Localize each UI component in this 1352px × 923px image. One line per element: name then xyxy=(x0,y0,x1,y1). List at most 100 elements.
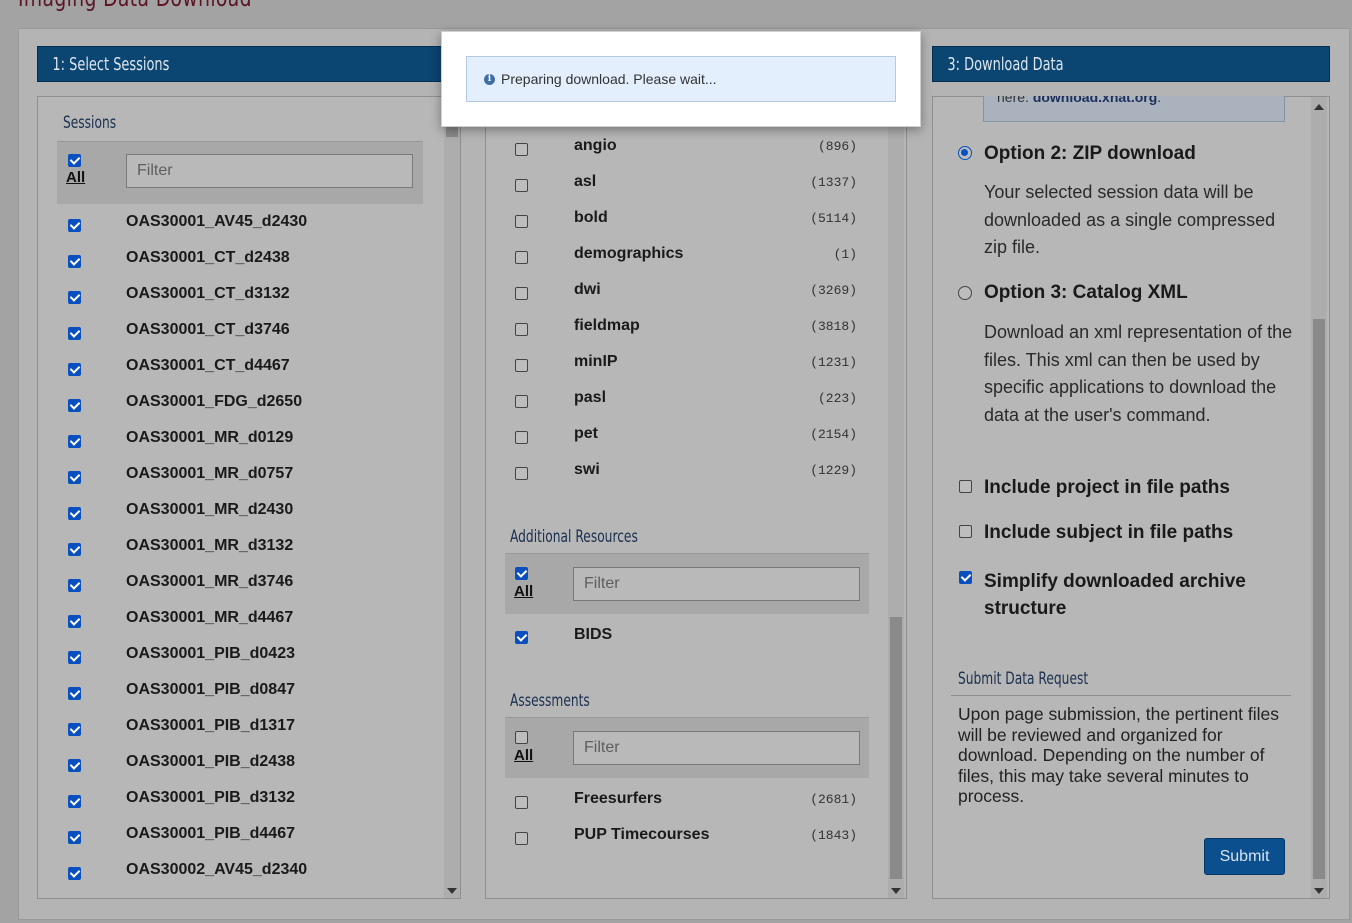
resources-all-checkbox[interactable] xyxy=(515,567,528,580)
assessment-checkbox[interactable] xyxy=(515,832,528,845)
option2-radio[interactable] xyxy=(958,146,972,160)
include-subject-label: Include subject in file paths xyxy=(984,522,1234,543)
session-checkbox[interactable] xyxy=(68,543,81,556)
session-checkbox[interactable] xyxy=(68,291,81,304)
modal-message-box: i Preparing download. Please wait... xyxy=(466,56,896,102)
simplify-structure-label: Simplify downloaded archive structure xyxy=(984,571,1246,619)
scan-type-label: pet xyxy=(574,425,598,442)
scan-type-count: (2154) xyxy=(810,427,857,442)
session-checkbox[interactable] xyxy=(68,867,81,880)
submit-button[interactable]: Submit xyxy=(1204,838,1285,875)
resources-all-link[interactable]: All xyxy=(514,583,533,600)
assessments-all-checkbox[interactable] xyxy=(515,731,528,744)
include-subject-checkbox[interactable] xyxy=(959,525,972,538)
select-sessions-header: 1: Select Sessions xyxy=(37,46,461,82)
session-checkbox[interactable] xyxy=(68,831,81,844)
scan-type-count: (1231) xyxy=(810,355,857,370)
include-project-checkbox[interactable] xyxy=(959,480,972,493)
scan-type-checkbox[interactable] xyxy=(515,359,528,372)
scan-type-checkbox[interactable] xyxy=(515,179,528,192)
session-label: OAS30001_PIB_d3132 xyxy=(126,789,295,806)
option3-radio[interactable] xyxy=(958,286,972,300)
scan-type-checkbox[interactable] xyxy=(515,323,528,336)
resources-filter-input[interactable] xyxy=(573,567,860,601)
session-checkbox[interactable] xyxy=(68,219,81,232)
scan-type-checkbox[interactable] xyxy=(515,215,528,228)
session-label: OAS30001_MR_d3746 xyxy=(126,573,294,590)
session-checkbox[interactable] xyxy=(68,327,81,340)
session-label: OAS30001_AV45_d2430 xyxy=(126,213,308,230)
scan-type-checkbox[interactable] xyxy=(515,431,528,444)
page-title: Imaging Data Download xyxy=(18,0,252,12)
sessions-filter-input[interactable] xyxy=(126,154,413,188)
session-checkbox[interactable] xyxy=(68,795,81,808)
data-types-panel: angio (896) asl (1337) bold (5114) demographic… xyxy=(485,96,907,899)
option1-info-box: here: download.xnat.org. xyxy=(983,96,1285,122)
info-box-text: here: xyxy=(997,96,1033,105)
sessions-all-checkbox[interactable] xyxy=(68,154,81,167)
scan-type-label: swi xyxy=(574,461,600,478)
assessments-all-link[interactable]: All xyxy=(514,747,533,764)
session-label: OAS30001_CT_d3132 xyxy=(126,285,290,302)
session-label: OAS30001_MR_d4467 xyxy=(126,609,294,626)
scan-type-checkbox[interactable] xyxy=(515,395,528,408)
session-checkbox[interactable] xyxy=(68,435,81,448)
session-checkbox[interactable] xyxy=(68,687,81,700)
scan-type-count: (896) xyxy=(817,139,857,154)
session-label: OAS30001_MR_d0757 xyxy=(126,465,294,482)
scan-type-label: dwi xyxy=(574,281,601,298)
scan-type-count: (5114) xyxy=(810,211,857,226)
assessments-title: Assessments xyxy=(510,691,590,711)
assessment-label: Freesurfers xyxy=(574,790,663,807)
session-checkbox[interactable] xyxy=(68,615,81,628)
scroll-down-arrow-icon[interactable] xyxy=(891,888,901,894)
data-types-scroll-thumb[interactable] xyxy=(890,617,902,879)
scroll-down-arrow-icon[interactable] xyxy=(447,888,457,894)
scan-type-label: bold xyxy=(574,209,608,226)
session-checkbox[interactable] xyxy=(68,363,81,376)
session-checkbox[interactable] xyxy=(68,255,81,268)
scan-type-checkbox[interactable] xyxy=(515,467,528,480)
scroll-up-arrow-icon[interactable] xyxy=(1314,104,1324,110)
info-circle-icon: i xyxy=(484,73,495,85)
scan-type-count: (1229) xyxy=(810,463,857,478)
scan-type-label: asl xyxy=(574,173,597,190)
sessions-scrollbar[interactable] xyxy=(444,97,460,898)
additional-resources-title: Additional Resources xyxy=(510,527,638,547)
assessments-filter-input[interactable] xyxy=(573,731,860,765)
session-label: OAS30001_MR_d0129 xyxy=(126,429,294,446)
scan-type-checkbox[interactable] xyxy=(515,143,528,156)
scan-type-checkbox[interactable] xyxy=(515,287,528,300)
session-checkbox[interactable] xyxy=(68,507,81,520)
download-scroll-thumb[interactable] xyxy=(1313,319,1325,879)
download-data-header-label: 3: Download Data xyxy=(947,54,1064,75)
session-label: OAS30001_CT_d2438 xyxy=(126,249,290,266)
session-checkbox[interactable] xyxy=(68,723,81,736)
scan-type-count: (1) xyxy=(833,247,857,262)
sessions-all-link[interactable]: All xyxy=(66,169,85,186)
session-checkbox[interactable] xyxy=(68,651,81,664)
scan-type-count: (1337) xyxy=(810,175,857,190)
scan-type-checkbox[interactable] xyxy=(515,251,528,264)
info-box-suffix: . xyxy=(1157,96,1162,105)
session-label: OAS30001_PIB_d1317 xyxy=(126,717,295,734)
data-types-scrollbar[interactable] xyxy=(888,97,904,898)
download-data-header: 3: Download Data xyxy=(932,46,1330,82)
option3-title: Option 3: Catalog XML xyxy=(984,282,1188,303)
session-checkbox[interactable] xyxy=(68,471,81,484)
scroll-down-arrow-icon[interactable] xyxy=(1314,888,1324,894)
assessment-count: (2681) xyxy=(810,792,857,807)
download-scrollbar[interactable] xyxy=(1311,97,1327,898)
session-label: OAS30001_PIB_d4467 xyxy=(126,825,295,842)
scan-type-label: fieldmap xyxy=(574,317,640,334)
session-checkbox[interactable] xyxy=(68,579,81,592)
simplify-structure-checkbox[interactable] xyxy=(959,571,972,584)
session-label: OAS30002_AV45_d2340 xyxy=(126,861,308,878)
download-options-panel: Option 2: ZIP download Your selected ses… xyxy=(932,96,1330,899)
download-xnat-link[interactable]: download.xnat.org xyxy=(1033,96,1157,105)
select-sessions-header-label: 1: Select Sessions xyxy=(52,54,170,75)
bids-checkbox[interactable] xyxy=(515,631,528,644)
session-checkbox[interactable] xyxy=(68,399,81,412)
assessment-checkbox[interactable] xyxy=(515,796,528,809)
session-checkbox[interactable] xyxy=(68,759,81,772)
